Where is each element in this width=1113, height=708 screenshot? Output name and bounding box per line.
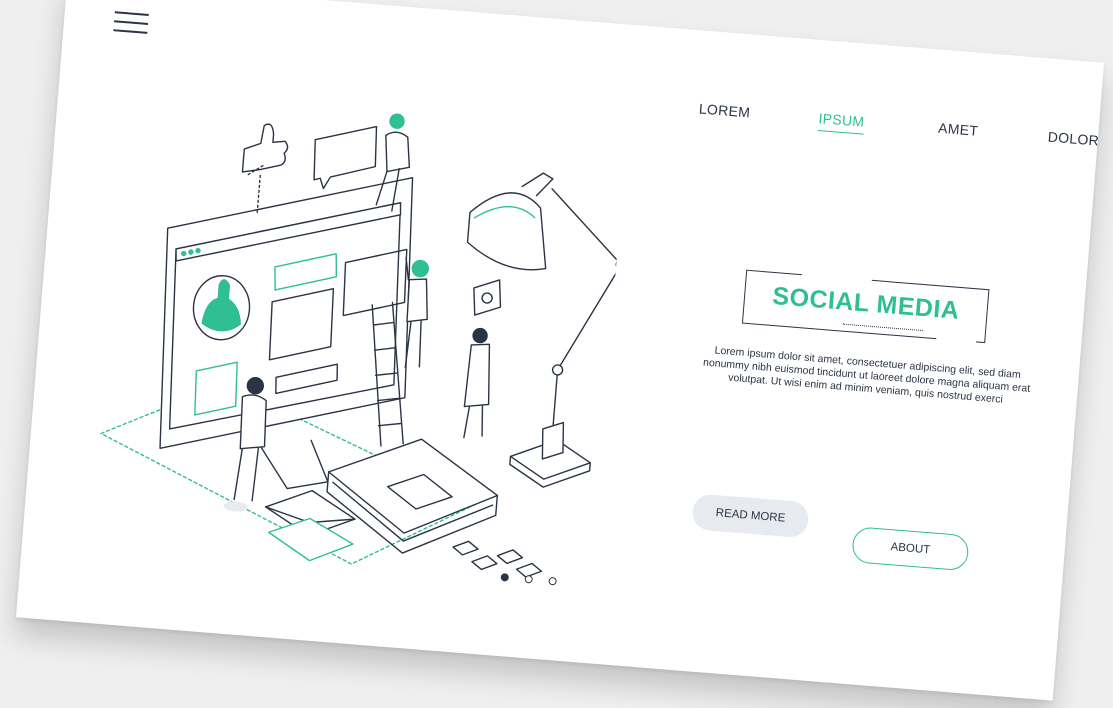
hero-title: SOCIAL MEDIA <box>771 281 961 325</box>
hero-card: LOREM IPSUM AMET DOLOR SOCIAL MEDIA Lore… <box>16 0 1104 701</box>
isometric-illustration <box>100 113 627 578</box>
hero-description: Lorem ipsum dolor sit amet, consectetuer… <box>702 344 1031 406</box>
landing-page-mockup: LOREM IPSUM AMET DOLOR SOCIAL MEDIA Lore… <box>0 0 1113 708</box>
pagination-dot-3[interactable] <box>548 576 557 586</box>
envelope-icon <box>264 489 356 562</box>
nav-item-lorem[interactable]: LOREM <box>698 100 750 124</box>
person-with-tablet-graphic <box>463 279 502 439</box>
hero-title-frame: SOCIAL MEDIA <box>741 269 990 345</box>
menu-icon[interactable] <box>113 9 149 36</box>
title-divider <box>843 323 923 332</box>
nav-item-dolor[interactable]: DOLOR <box>1047 128 1099 152</box>
pagination-dot-2[interactable] <box>524 574 534 584</box>
nav-item-amet[interactable]: AMET <box>937 120 979 143</box>
chat-bubble-icon <box>313 125 378 190</box>
pagination-dot-1[interactable] <box>500 573 510 582</box>
book-graphic <box>326 438 499 554</box>
thumbs-up-icon <box>241 123 289 176</box>
about-button[interactable]: ABOUT <box>851 526 970 572</box>
nav-item-ipsum[interactable]: IPSUM <box>817 110 865 135</box>
top-nav: LOREM IPSUM AMET DOLOR <box>697 100 1099 160</box>
read-more-button[interactable]: READ MORE <box>691 493 810 539</box>
